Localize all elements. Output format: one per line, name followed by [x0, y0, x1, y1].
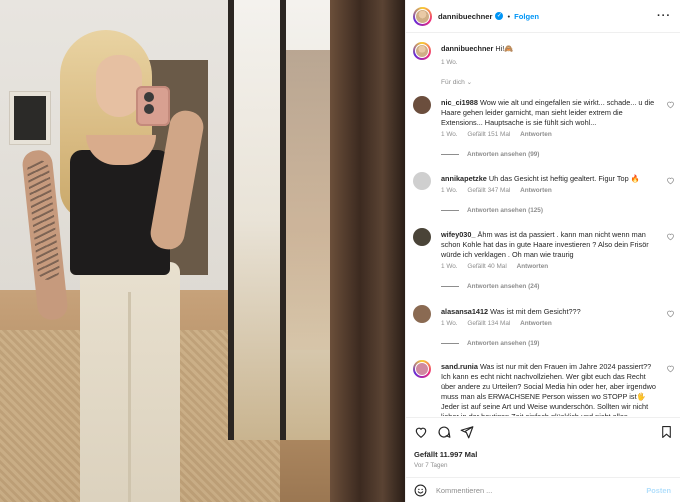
avatar[interactable] [413, 172, 431, 190]
view-replies-button[interactable]: Antworten ansehen (125) [441, 207, 543, 214]
comments-list[interactable]: dannibuechner Hi!🙈 1 Wo. Für dich ⌄ nic_… [406, 34, 680, 416]
view-replies-button[interactable]: Antworten ansehen (19) [441, 340, 539, 347]
comment-icon[interactable] [437, 425, 451, 439]
comment-username[interactable]: alasansa1412 [441, 307, 488, 316]
post-panel: dannibuechner ✓ • Folgen ··· dannibuechn… [405, 0, 680, 502]
comment-text: Uh das Gesicht ist heftig gealtert. Figu… [488, 174, 640, 183]
window [228, 0, 339, 440]
reply-button[interactable]: Antworten [520, 187, 552, 194]
caption-username[interactable]: dannibuechner [441, 44, 493, 53]
separator-dot: • [507, 11, 511, 21]
comment-age: 1 Wo. [441, 187, 458, 194]
view-replies-button[interactable]: Antworten ansehen (24) [441, 283, 539, 290]
comment-username[interactable]: annikapetzke [441, 174, 487, 183]
follow-button[interactable]: Folgen [514, 12, 539, 21]
comment-age: 1 Wo. [441, 131, 458, 138]
comment-composer: Kommentieren ... Posten [406, 477, 680, 502]
comment-age: 1 Wo. [441, 320, 458, 327]
comment-username[interactable]: nic_ci1988 [441, 98, 478, 107]
verified-icon: ✓ [495, 12, 504, 20]
comment-filter[interactable]: Für dich ⌄ [441, 78, 472, 86]
more-horizontal-icon[interactable]: ··· [657, 10, 671, 22]
comment-likes[interactable]: Gefällt 134 Mal [467, 320, 510, 327]
comment-likes[interactable]: Gefällt 40 Mal [467, 263, 506, 270]
caption-age: 1 Wo. [441, 59, 458, 66]
comment-likes[interactable]: Gefällt 347 Mal [467, 187, 510, 194]
author-username[interactable]: dannibuechner [438, 12, 492, 21]
avatar[interactable] [413, 42, 431, 60]
post-button[interactable]: Posten [646, 486, 671, 495]
comment-text: Was ist mit dem Gesicht??? [490, 307, 581, 316]
heart-icon[interactable] [414, 425, 428, 439]
avatar[interactable] [413, 228, 431, 246]
heart-icon[interactable] [666, 176, 675, 185]
like-count[interactable]: Gefällt 11.997 Mal [414, 450, 477, 459]
filter-label: Für dich [441, 79, 465, 86]
heart-icon[interactable] [666, 232, 675, 241]
comment-likes[interactable]: Gefällt 151 Mal [467, 131, 510, 138]
comment-age: 1 Wo. [441, 263, 458, 270]
phone [136, 86, 170, 126]
wall-picture [10, 92, 50, 144]
post-date: Vor 7 Tagen [414, 462, 448, 469]
reply-button[interactable]: Antworten [517, 263, 549, 270]
post-actions: Gefällt 11.997 Mal Vor 7 Tagen [406, 417, 680, 477]
heart-icon[interactable] [666, 309, 675, 318]
person-pants [80, 262, 180, 502]
comment-username[interactable]: sand.runia [441, 362, 478, 371]
avatar[interactable] [413, 96, 431, 114]
avatar[interactable] [413, 360, 431, 378]
heart-icon[interactable] [666, 100, 675, 109]
share-icon[interactable] [460, 425, 474, 439]
post-image[interactable] [0, 0, 405, 502]
view-replies-button[interactable]: Antworten ansehen (99) [441, 151, 539, 158]
emoji-icon[interactable] [414, 484, 427, 497]
comment-username[interactable]: wifey030_ [441, 230, 475, 239]
avatar[interactable] [413, 305, 431, 323]
heart-icon[interactable] [666, 364, 675, 373]
comment-input[interactable]: Kommentieren ... [436, 486, 646, 495]
curtain [330, 0, 405, 502]
bookmark-icon[interactable] [660, 425, 673, 439]
reply-button[interactable]: Antworten [520, 320, 552, 327]
avatar[interactable] [413, 6, 432, 26]
reply-button[interactable]: Antworten [520, 131, 552, 138]
post-header: dannibuechner ✓ • Folgen ··· [406, 0, 680, 33]
caption-text: Hi!🙈 [495, 44, 514, 53]
chevron-down-icon: ⌄ [466, 79, 473, 86]
